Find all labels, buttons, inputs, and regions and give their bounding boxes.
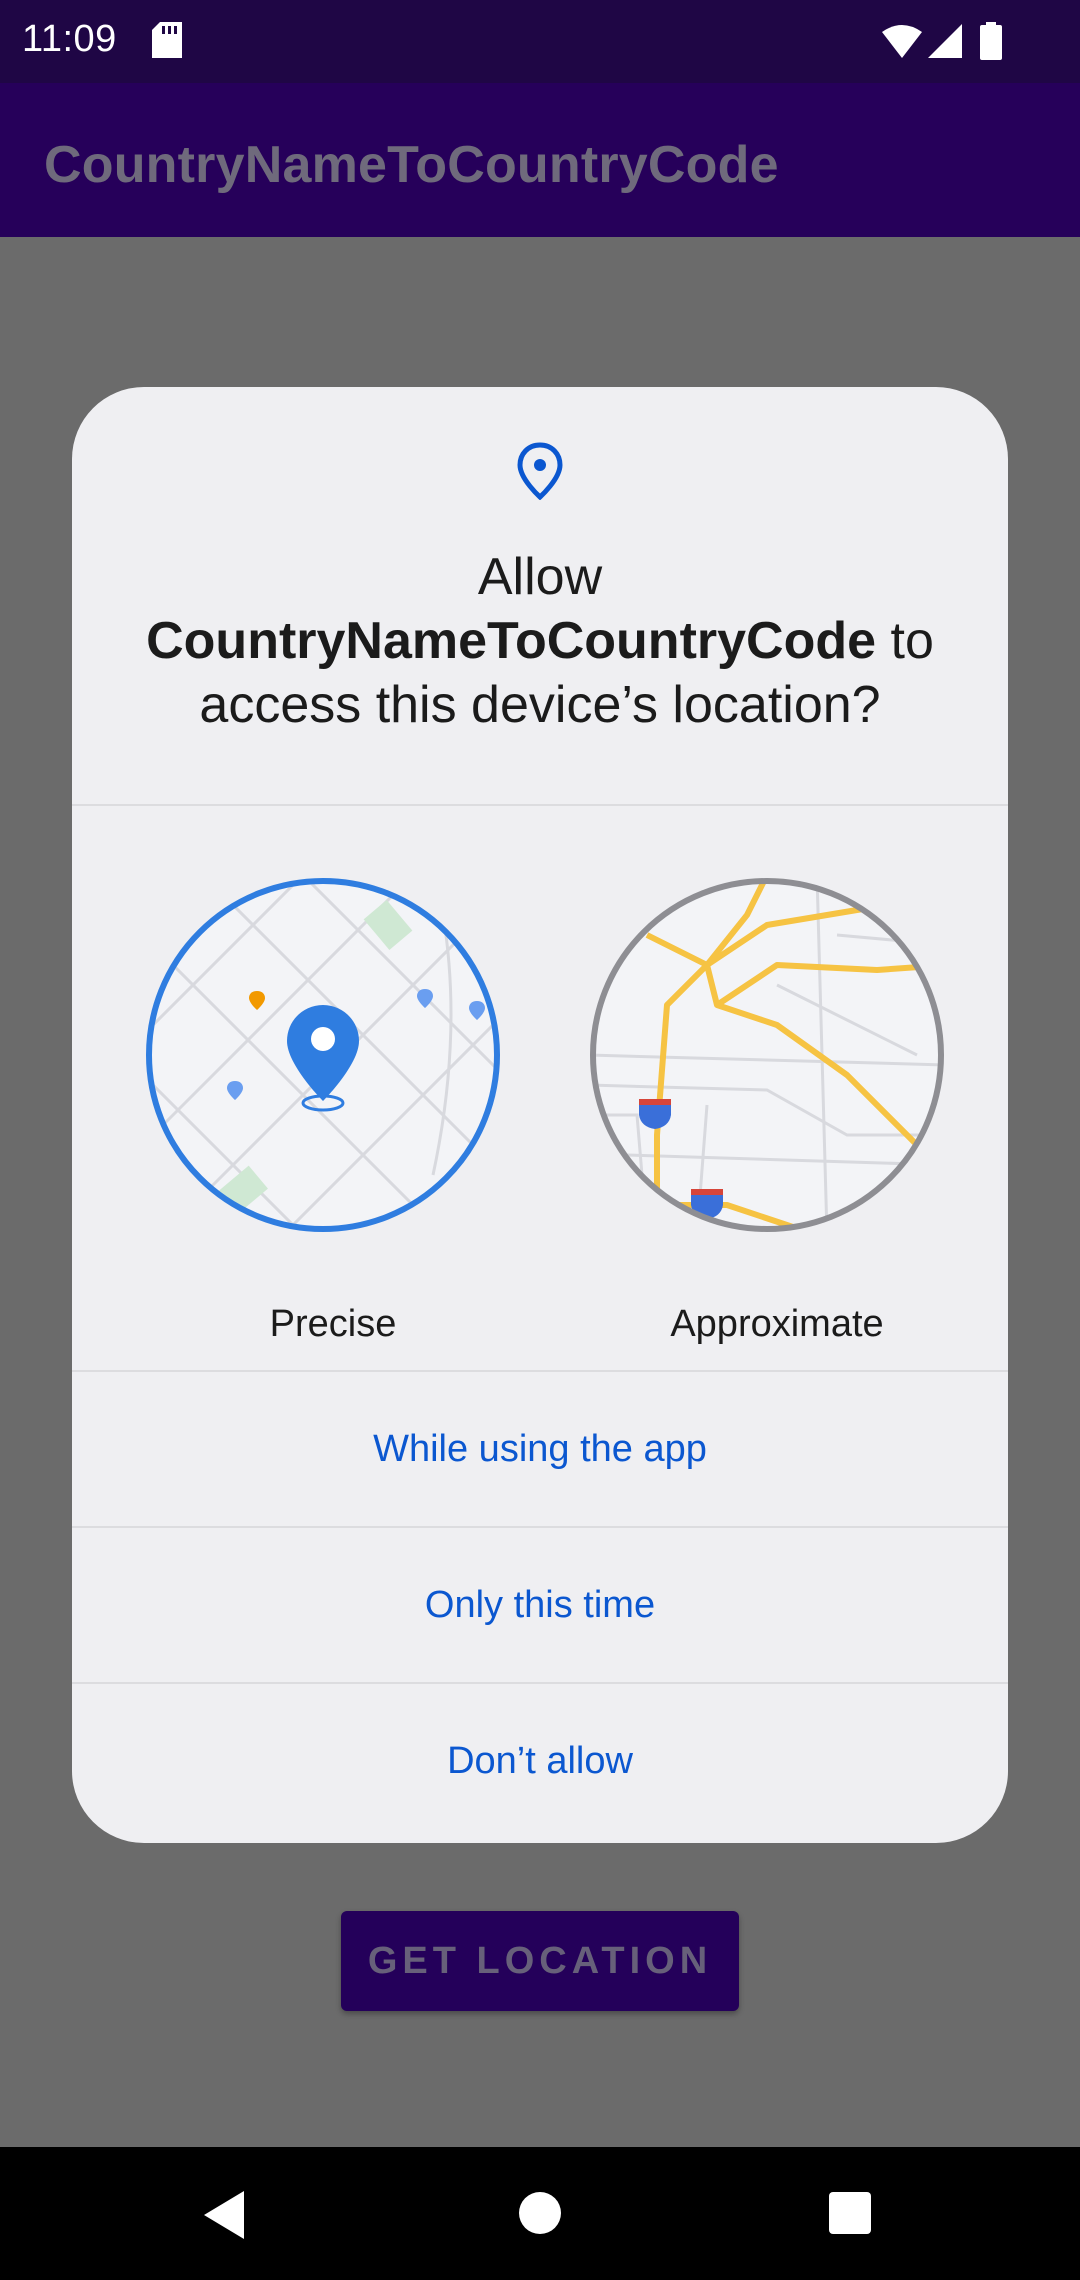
nav-bar bbox=[0, 2147, 1080, 2280]
precise-map-icon bbox=[146, 878, 500, 1232]
precise-option[interactable]: Precise bbox=[138, 875, 518, 1345]
approximate-label: Approximate bbox=[670, 1303, 884, 1345]
dialog-title-to: to bbox=[890, 612, 934, 670]
battery-icon bbox=[980, 22, 1002, 65]
status-bar: 11:09 bbox=[0, 0, 1080, 83]
status-time: 11:09 bbox=[22, 18, 117, 60]
approximate-option[interactable]: Approximate bbox=[582, 875, 962, 1345]
divider bbox=[72, 804, 1008, 806]
app-title: CountryNameToCountryCode bbox=[44, 136, 779, 194]
app-bar: CountryNameToCountryCode bbox=[0, 83, 1080, 237]
dialog-title-line2: CountryNameToCountryCode to bbox=[112, 609, 968, 673]
precise-label: Precise bbox=[269, 1303, 397, 1345]
recents-icon[interactable] bbox=[828, 2191, 872, 2240]
only-this-time-button[interactable]: Only this time bbox=[72, 1528, 1008, 1682]
dialog-title-line1: Allow bbox=[477, 548, 603, 606]
get-location-button[interactable]: GET LOCATION bbox=[341, 1911, 739, 2011]
dont-allow-button[interactable]: Don’t allow bbox=[72, 1684, 1008, 1838]
dialog-title-line3: access this device’s location? bbox=[199, 676, 881, 734]
signal-icon bbox=[928, 24, 962, 63]
location-pin-icon bbox=[516, 442, 564, 505]
wifi-icon bbox=[882, 24, 922, 63]
sd-card-icon bbox=[152, 22, 182, 63]
while-using-app-button[interactable]: While using the app bbox=[72, 1372, 1008, 1526]
dialog-title-app-name: CountryNameToCountryCode bbox=[146, 612, 877, 670]
dialog-title: Allow CountryNameToCountryCode to access… bbox=[112, 545, 968, 737]
approximate-map-icon bbox=[590, 878, 944, 1232]
home-icon[interactable] bbox=[518, 2191, 562, 2240]
location-permission-dialog: Allow CountryNameToCountryCode to access… bbox=[72, 387, 1008, 1843]
back-icon[interactable] bbox=[200, 2189, 248, 2246]
